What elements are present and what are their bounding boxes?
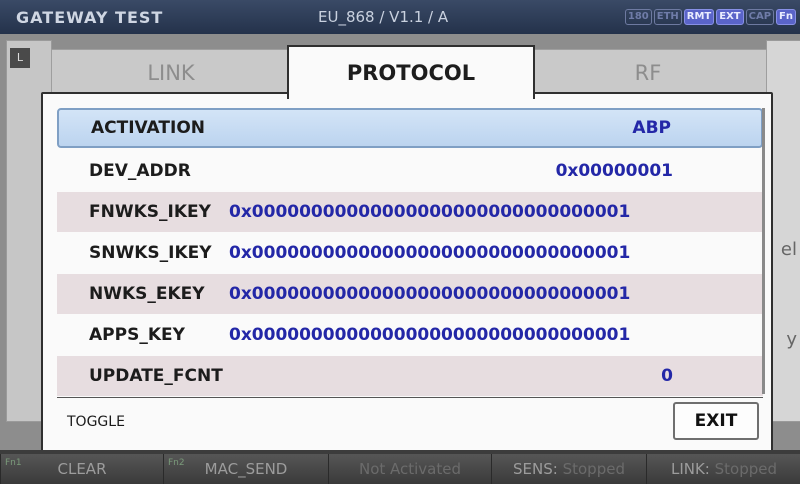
tab-link[interactable]: LINK xyxy=(51,49,291,96)
row-activation[interactable]: ACTIVATION ABP xyxy=(57,108,763,148)
row-value: 0x00000000000000000000000000000001 xyxy=(229,202,631,222)
row-label: NWKS_EKEY xyxy=(89,284,205,304)
row-label: FNWKS_IKEY xyxy=(89,202,211,222)
sens-value: Stopped xyxy=(562,460,625,478)
row-snwks-ikey[interactable]: SNWKS_IKEY 0x000000000000000000000000000… xyxy=(57,233,763,273)
background-left-label: L xyxy=(10,48,30,68)
badge-cap: CAP xyxy=(745,9,775,25)
version-label: EU_868 / V1.1 / A xyxy=(318,8,449,26)
link-status: LINK: Stopped xyxy=(646,454,800,484)
mac-send-softkey[interactable]: Fn2 MAC_SEND xyxy=(163,454,328,484)
row-label: UPDATE_FCNT xyxy=(89,366,223,386)
footer-divider xyxy=(57,397,763,398)
dialog-tabs: LINK PROTOCOL RF xyxy=(41,45,769,99)
link-label: LINK: xyxy=(670,460,710,478)
badge-eth: ETH xyxy=(653,9,682,25)
parameter-list: ACTIVATION ABP DEV_ADDR 0x00000001 FNWKS… xyxy=(57,108,763,397)
row-label: SNWKS_IKEY xyxy=(89,243,212,263)
tab-rf[interactable]: RF xyxy=(529,49,767,96)
title-bar: GATEWAY TEST EU_868 / V1.1 / A 180 ETH R… xyxy=(0,0,800,34)
status-badges: 180 ETH RMT EXT CAP Fn xyxy=(624,9,796,25)
clear-softkey[interactable]: Fn1 CLEAR xyxy=(0,454,163,484)
fn2-indicator: Fn2 xyxy=(168,458,185,468)
row-apps-key[interactable]: APPS_KEY 0x00000000000000000000000000000… xyxy=(57,315,763,355)
row-label: APPS_KEY xyxy=(89,325,185,345)
row-label: DEV_ADDR xyxy=(89,161,191,181)
row-update-fcnt[interactable]: UPDATE_FCNT 0 xyxy=(57,356,763,396)
row-value: 0x00000001 xyxy=(555,161,673,181)
toggle-hint: TOGGLE xyxy=(67,414,125,430)
sens-status: SENS: Stopped xyxy=(491,454,646,484)
softkey-bar: Fn1 CLEAR Fn2 MAC_SEND Not Activated SEN… xyxy=(0,450,800,484)
row-value: ABP xyxy=(632,118,671,138)
badge-180: 180 xyxy=(624,9,652,25)
badge-rmt: RMT xyxy=(683,9,715,25)
row-value: 0x00000000000000000000000000000001 xyxy=(229,243,631,263)
row-fnwks-ikey[interactable]: FNWKS_IKEY 0x000000000000000000000000000… xyxy=(57,192,763,232)
fn1-indicator: Fn1 xyxy=(5,458,22,468)
background-right-text-2: y xyxy=(786,329,797,350)
sens-label: SENS: xyxy=(513,460,558,478)
app-title: GATEWAY TEST xyxy=(16,8,164,27)
tab-protocol[interactable]: PROTOCOL xyxy=(287,45,535,99)
activation-status: Not Activated xyxy=(328,454,491,484)
row-label: ACTIVATION xyxy=(91,118,205,138)
badge-ext: EXT xyxy=(716,9,744,25)
clear-label: CLEAR xyxy=(57,460,107,478)
row-value: 0 xyxy=(661,366,673,386)
mac-send-label: MAC_SEND xyxy=(204,460,288,478)
protocol-dialog: ACTIVATION ABP DEV_ADDR 0x00000001 FNWKS… xyxy=(41,92,773,456)
background-right-text-1: el xyxy=(780,239,797,260)
list-scrollbar[interactable] xyxy=(762,108,765,394)
link-value: Stopped xyxy=(714,460,778,478)
row-value: 0x00000000000000000000000000000001 xyxy=(229,284,631,304)
row-dev-addr[interactable]: DEV_ADDR 0x00000001 xyxy=(57,151,763,191)
row-nwks-ekey[interactable]: NWKS_EKEY 0x0000000000000000000000000000… xyxy=(57,274,763,314)
badge-fn: Fn xyxy=(776,9,796,25)
row-value: 0x00000000000000000000000000000001 xyxy=(229,325,631,345)
exit-button[interactable]: EXIT xyxy=(673,402,759,440)
